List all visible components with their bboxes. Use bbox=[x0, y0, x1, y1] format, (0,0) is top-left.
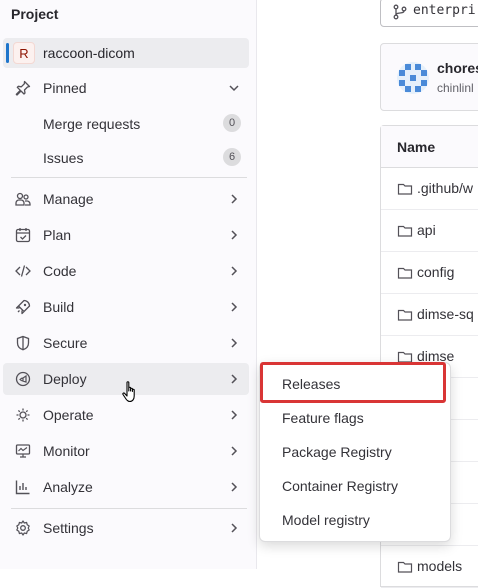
nav-item-label: Analyze bbox=[43, 479, 93, 495]
table-row[interactable]: .github/w bbox=[381, 168, 478, 210]
pinned-toggle[interactable]: Pinned bbox=[3, 72, 249, 104]
chevron-right-icon bbox=[231, 194, 238, 204]
branch-selector[interactable]: enterpri bbox=[380, 0, 478, 27]
nav-item-label: Deploy bbox=[43, 371, 87, 387]
chevron-right-icon bbox=[231, 523, 238, 533]
menu-item-container-registry[interactable]: Container Registry bbox=[268, 471, 442, 501]
chevron-right-icon bbox=[231, 446, 238, 456]
rocket-icon bbox=[15, 299, 31, 315]
table-header: Name bbox=[381, 126, 478, 168]
table-row[interactable]: models bbox=[381, 546, 478, 588]
chevron-right-icon bbox=[231, 302, 238, 312]
chart-icon bbox=[15, 480, 30, 495]
sidebar: Project R raccoon-dicom Pinned Merge req… bbox=[0, 0, 257, 569]
table-row[interactable]: dimse-sq bbox=[381, 294, 478, 336]
folder-icon bbox=[397, 309, 413, 321]
divider bbox=[11, 177, 247, 178]
author-avatar bbox=[397, 62, 429, 94]
nav-item-plan[interactable]: Plan bbox=[3, 219, 249, 251]
shield-icon bbox=[16, 335, 30, 351]
folder-icon bbox=[397, 561, 413, 573]
menu-item-label: Container Registry bbox=[282, 478, 398, 494]
active-indicator bbox=[6, 43, 9, 63]
count-badge: 0 bbox=[223, 114, 241, 132]
pinned-item-label: Issues bbox=[43, 150, 84, 166]
nav-item-analyze[interactable]: Analyze bbox=[3, 471, 249, 503]
chevron-right-icon bbox=[231, 266, 238, 276]
table-row[interactable]: api bbox=[381, 210, 478, 252]
menu-item-feature-flags[interactable]: Feature flags bbox=[268, 403, 442, 433]
chevron-right-icon bbox=[231, 482, 238, 492]
file-name[interactable]: config bbox=[417, 264, 454, 280]
divider bbox=[11, 508, 247, 509]
file-name[interactable]: api bbox=[417, 222, 436, 238]
menu-item-label: Feature flags bbox=[282, 410, 364, 426]
file-name[interactable]: dimse-sq bbox=[417, 306, 474, 322]
sidebar-section-title: Project bbox=[11, 6, 59, 22]
chevron-right-icon bbox=[231, 230, 238, 240]
chevron-right-icon bbox=[231, 338, 238, 348]
file-name[interactable]: models bbox=[417, 558, 462, 574]
file-name[interactable]: .github/w bbox=[417, 180, 473, 196]
pinned-item-label: Merge requests bbox=[43, 116, 141, 132]
calendar-icon bbox=[15, 228, 31, 243]
identicon-icon bbox=[399, 64, 427, 92]
count-badge: 6 bbox=[223, 148, 241, 166]
project-link[interactable]: R raccoon-dicom bbox=[3, 38, 249, 68]
users-icon bbox=[15, 192, 31, 206]
deploy-flyout-menu: Releases Feature flags Package Registry … bbox=[259, 362, 451, 542]
project-avatar: R bbox=[13, 42, 35, 64]
menu-item-package-registry[interactable]: Package Registry bbox=[268, 437, 442, 467]
branch-name: enterpri bbox=[413, 3, 476, 18]
table-row[interactable]: config bbox=[381, 252, 478, 294]
pinned-label: Pinned bbox=[43, 80, 87, 96]
gear-icon bbox=[16, 520, 30, 536]
nav-item-settings[interactable]: Settings bbox=[3, 512, 249, 544]
nav-item-secure[interactable]: Secure bbox=[3, 327, 249, 359]
nav-item-monitor[interactable]: Monitor bbox=[3, 435, 249, 467]
nav-item-label: Manage bbox=[43, 191, 94, 207]
menu-item-label: Model registry bbox=[282, 512, 370, 528]
nav-item-manage[interactable]: Manage bbox=[3, 183, 249, 215]
menu-item-releases[interactable]: Releases bbox=[268, 369, 442, 399]
menu-item-model-registry[interactable]: Model registry bbox=[268, 505, 442, 535]
chevron-right-icon bbox=[231, 410, 238, 420]
cloud-gear-icon bbox=[16, 408, 30, 422]
branch-icon bbox=[393, 4, 407, 20]
last-commit: chores chinlinl bbox=[380, 43, 478, 111]
pinned-item-issues[interactable]: Issues 6 bbox=[3, 143, 249, 173]
pinned-item-merge-requests[interactable]: Merge requests 0 bbox=[3, 109, 249, 139]
folder-icon bbox=[397, 183, 413, 195]
commit-title[interactable]: chores bbox=[437, 60, 478, 76]
chevron-right-icon bbox=[231, 374, 238, 384]
hand-cursor-icon bbox=[122, 381, 135, 403]
nav-item-code[interactable]: Code bbox=[3, 255, 249, 287]
nav-item-label: Settings bbox=[43, 520, 94, 536]
folder-icon bbox=[397, 225, 413, 237]
nav-item-label: Operate bbox=[43, 407, 94, 423]
chevron-down-icon bbox=[229, 85, 239, 92]
deploy-icon bbox=[15, 371, 31, 387]
monitor-icon bbox=[15, 444, 31, 458]
nav-item-label: Code bbox=[43, 263, 77, 279]
column-header-name: Name bbox=[397, 139, 436, 155]
nav-item-label: Monitor bbox=[43, 443, 90, 459]
nav-item-label: Build bbox=[43, 299, 75, 315]
commit-author[interactable]: chinlinl bbox=[437, 81, 474, 95]
code-icon bbox=[15, 265, 31, 277]
nav-item-label: Plan bbox=[43, 227, 72, 243]
menu-item-label: Releases bbox=[282, 376, 341, 392]
nav-item-build[interactable]: Build bbox=[3, 291, 249, 323]
project-name: raccoon-dicom bbox=[43, 45, 135, 61]
folder-icon bbox=[397, 267, 413, 279]
pin-icon bbox=[15, 80, 31, 96]
nav-item-label: Secure bbox=[43, 335, 88, 351]
menu-item-label: Package Registry bbox=[282, 444, 392, 460]
